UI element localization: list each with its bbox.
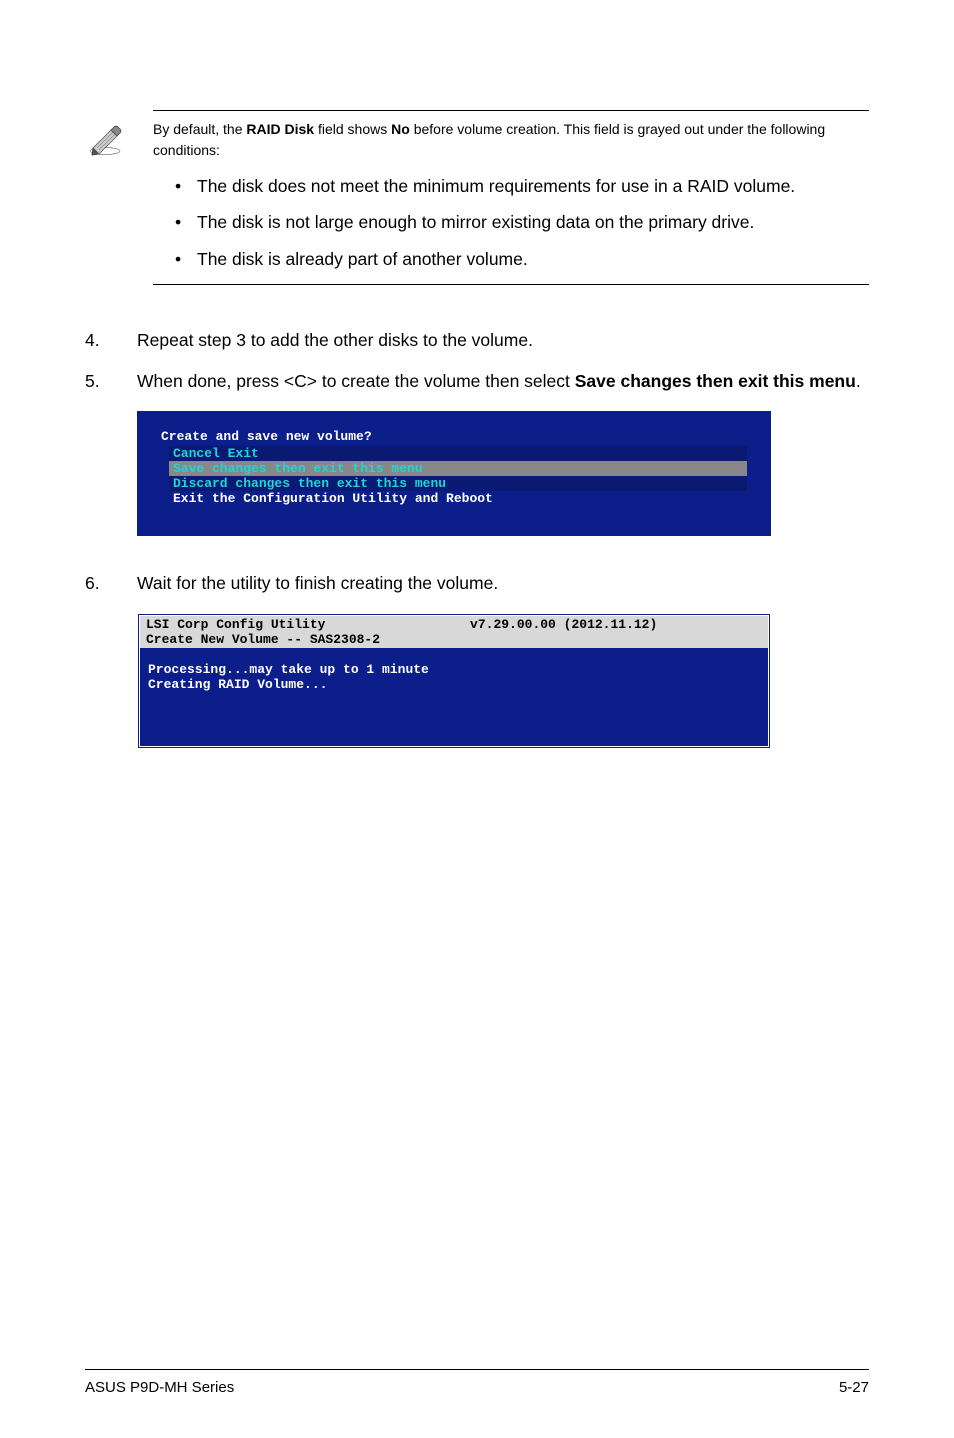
bios-screenshot-2: LSI Corp Config Utility Create New Volum…	[137, 613, 869, 749]
step-text: When done, press <C> to create the volum…	[137, 368, 869, 395]
divider	[153, 110, 869, 111]
note-section: By default, the RAID Disk field shows No…	[85, 110, 869, 285]
bios-titlebar: LSI Corp Config Utility Create New Volum…	[140, 616, 768, 648]
step-text: Repeat step 3 to add the other disks to …	[137, 327, 869, 354]
bios-status-line: Creating RAID Volume...	[148, 677, 760, 692]
note-pencil-icon	[85, 116, 125, 156]
text: By default, the	[153, 121, 246, 137]
bios-prompt: Create and save new volume?	[161, 429, 747, 444]
bios-option-discard-exit: Discard changes then exit this menu	[169, 476, 747, 491]
bold-text: RAID Disk	[246, 121, 314, 137]
step-number: 6.	[85, 570, 137, 597]
bios-option-cancel: Cancel Exit	[169, 446, 747, 461]
bios-window: LSI Corp Config Utility Create New Volum…	[137, 613, 771, 749]
step-5: 5. When done, press <C> to create the vo…	[85, 368, 869, 395]
note-bullet-list: The disk does not meet the minimum requi…	[153, 173, 869, 272]
bold-text: No	[391, 121, 410, 137]
bios-status-line: Processing...may take up to 1 minute	[148, 662, 760, 677]
step-4: 4. Repeat step 3 to add the other disks …	[85, 327, 869, 354]
bullet-item: The disk does not meet the minimum requi…	[175, 173, 869, 199]
text: field shows	[314, 121, 391, 137]
text: When done, press <C> to create the volum…	[137, 371, 575, 391]
note-content: By default, the RAID Disk field shows No…	[153, 110, 869, 285]
footer-page-number: 5-27	[839, 1379, 869, 1396]
bios-option-exit-reboot: Exit the Configuration Utility and Reboo…	[169, 491, 747, 506]
step-number: 5.	[85, 368, 137, 395]
divider	[153, 284, 869, 285]
bios-dialog: Create and save new volume? Cancel Exit …	[137, 411, 771, 536]
bold-text: Save changes then exit this menu	[575, 371, 856, 391]
bullet-item: The disk is not large enough to mirror e…	[175, 209, 869, 235]
footer-divider	[85, 1369, 869, 1370]
text: .	[856, 371, 861, 391]
footer-product: ASUS P9D-MH Series	[85, 1379, 234, 1396]
step-number: 4.	[85, 327, 137, 354]
bullet-item: The disk is already part of another volu…	[175, 246, 869, 272]
step-text: Wait for the utility to finish creating …	[137, 570, 869, 597]
bios-subtitle: Create New Volume -- SAS2308-2	[146, 632, 380, 647]
note-paragraph: By default, the RAID Disk field shows No…	[153, 119, 869, 161]
bios-option-save-exit: Save changes then exit this menu	[169, 461, 747, 476]
bios-version: v7.29.00.00 (2012.11.12)	[380, 617, 657, 647]
bios-title: LSI Corp Config Utility	[146, 617, 380, 632]
bios-screenshot-1: Create and save new volume? Cancel Exit …	[137, 411, 869, 536]
step-6: 6. Wait for the utility to finish creati…	[85, 570, 869, 597]
bios-body: Processing...may take up to 1 minute Cre…	[140, 648, 768, 746]
